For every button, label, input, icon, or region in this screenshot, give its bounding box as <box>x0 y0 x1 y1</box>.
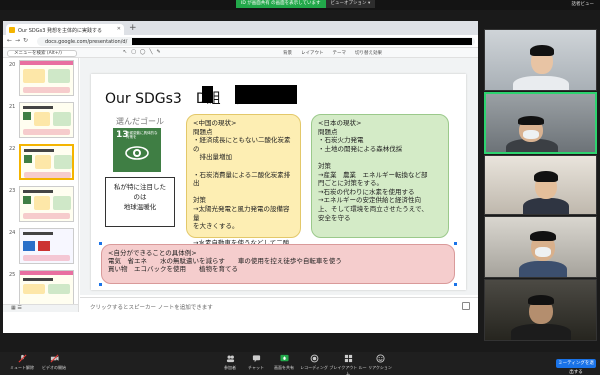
chat-icon <box>252 355 260 363</box>
reactions-label: リアクション <box>368 365 392 370</box>
start-video-label: ビデオの開始 <box>42 365 66 370</box>
slide-number: 23 <box>9 188 16 194</box>
speaker-notes-area[interactable]: クリックするとスピーカー ノートを追加できます <box>80 297 478 313</box>
focus-topic-box[interactable]: 私が特に注目した のは 地球温暖化 <box>105 177 175 227</box>
slide-thumbnail[interactable] <box>19 60 74 96</box>
browser-tab-strip: Our SDGs3 発想を主体的に実践する ✕ + <box>3 21 478 35</box>
toolbar-background[interactable]: 背景 <box>283 50 292 56</box>
thumbnail-row[interactable]: 23 <box>3 184 78 226</box>
thumbnail-row[interactable]: 21 <box>3 100 78 142</box>
share-status-bar: ID が画面共有 の画面を表示しています ビューオプション ▾ <box>236 0 376 8</box>
participants-label: 参加者 <box>224 365 236 370</box>
active-speaker-video[interactable] <box>484 92 597 154</box>
leave-meeting-button[interactable]: ミーティングを退出する <box>556 359 596 375</box>
address-bar-row: ←→↻ docs.google.com/presentation/d/ <box>3 35 478 48</box>
url-field[interactable]: docs.google.com/presentation/d/ <box>37 37 475 46</box>
title-redaction <box>202 86 213 103</box>
url-redaction <box>132 38 472 45</box>
slide-thumbnail-panel: 20 21 22 23 24 25 ▦ ☰ <box>3 58 79 312</box>
focus-topic-text: 私が特に注目した のは 地球温暖化 <box>114 183 166 211</box>
toolbar-transition[interactable]: 切り替え効果 <box>355 50 382 56</box>
record-label: レコーディング <box>300 365 328 370</box>
video-off-icon <box>50 354 59 363</box>
slide-number: 22 <box>9 146 16 152</box>
view-options-button[interactable]: ビューオプション ▾ <box>325 0 376 8</box>
slides-favicon-icon <box>9 27 15 33</box>
notes-placeholder: クリックするとスピーカー ノートを追加できます <box>90 305 213 311</box>
chat-label: チャット <box>248 365 264 370</box>
zoom-top-bar: ID が画面共有 の画面を表示しています ビューオプション ▾ 話者ビュー <box>0 0 600 10</box>
china-status-card[interactable]: <中国の現状> 問題点 ・経済成長にともない二酸化炭素の 排出量増加 ・石炭消費… <box>186 114 301 265</box>
zoom-control-bar: ミュート解除 ビデオの開始 参加者 チャット 画面を共有 レコーディング ブレイ… <box>0 352 600 375</box>
participants-icon <box>226 355 234 363</box>
explore-icon[interactable] <box>462 302 470 310</box>
new-tab-icon[interactable]: + <box>129 23 137 33</box>
share-screen-label: 画面を共有 <box>274 365 294 370</box>
selection-handle[interactable] <box>454 283 457 286</box>
participant-video[interactable] <box>484 29 597 91</box>
breakout-rooms-icon <box>344 354 352 363</box>
share-screen-icon <box>279 354 289 362</box>
selection-handle[interactable] <box>454 242 457 245</box>
selection-handle[interactable] <box>99 242 102 245</box>
url-text: docs.google.com/presentation/d/ <box>45 39 128 45</box>
my-actions-card[interactable]: <自分ができることの具体例> 電気 省エネ 水の無駄遣いを減らす 車の使用を控え… <box>101 244 455 284</box>
share-status-text: ID が画面共有 の画面を表示しています <box>236 0 326 8</box>
browser-tab[interactable]: Our SDGs3 発想を主体的に実践する ✕ <box>6 24 124 35</box>
tab-title: Our SDGs3 発想を主体的に実践する <box>18 28 103 34</box>
thumbnail-row-selected[interactable]: 22 <box>3 142 78 184</box>
title-redaction <box>235 85 297 104</box>
zoom-window: ID が画面共有 の画面を表示しています ビューオプション ▾ 話者ビュー Ou… <box>0 0 600 375</box>
slide-thumbnail[interactable] <box>19 102 74 138</box>
participant-video[interactable] <box>484 279 597 341</box>
slide-canvas[interactable]: Our SDGs3 D組 番 選んだゴール 13 気候変動に具体的な対策を 私が… <box>91 74 466 290</box>
unmute-label: ミュート解除 <box>10 365 34 370</box>
grid-view-toggle[interactable]: ▦ ☰ <box>3 304 78 312</box>
menu-search-input[interactable]: メニューを検索 (Alt+/) <box>7 50 77 57</box>
slide-number: 25 <box>9 272 16 278</box>
reactions-button[interactable]: リアクション <box>360 354 400 371</box>
sdg-caption: 気候変動に具体的な対策を <box>126 131 158 139</box>
sdg13-climate-action-icon[interactable]: 13 気候変動に具体的な対策を <box>113 128 161 172</box>
selection-handle[interactable] <box>99 283 102 286</box>
slide-number: 21 <box>9 104 16 110</box>
speaker-view-button[interactable]: 話者ビュー <box>572 1 595 8</box>
muted-mic-icon <box>18 354 26 363</box>
toolbar-theme[interactable]: テーマ <box>333 50 347 56</box>
japan-status-card[interactable]: <日本の現状> 問題点 ・石炭火力発電 ・土地の開発による森林伐採 対策 →産業… <box>311 114 449 238</box>
slide-number: 24 <box>9 230 16 236</box>
slide-number: 20 <box>9 62 16 68</box>
slide-thumbnail[interactable] <box>19 186 74 222</box>
slides-toolbar: メニューを検索 (Alt+/) ↖▢◯╲✎ 背景 レイアウト テーマ 切り替え効… <box>3 48 478 58</box>
thumbnail-row[interactable]: 24 <box>3 226 78 268</box>
smiley-icon <box>375 354 385 363</box>
slide-thumbnail-selected[interactable] <box>19 144 74 180</box>
thumbnail-row[interactable]: 20 <box>3 58 78 100</box>
eye-globe-icon <box>125 146 149 160</box>
close-tab-icon[interactable]: ✕ <box>117 26 121 32</box>
participant-video[interactable] <box>484 216 597 278</box>
drawing-tools-icon[interactable]: ↖▢◯╲✎ <box>123 49 165 55</box>
start-video-button[interactable]: ビデオの開始 <box>34 354 74 371</box>
slide-format-menu: 背景 レイアウト テーマ 切り替え効果 <box>283 50 382 56</box>
slide-title[interactable]: Our SDGs3 D組 番 <box>105 88 249 108</box>
slide-thumbnail[interactable] <box>19 228 74 264</box>
toolbar-layout[interactable]: レイアウト <box>301 50 324 56</box>
participant-video[interactable] <box>484 155 597 215</box>
nav-buttons-icon[interactable]: ←→↻ <box>7 37 31 44</box>
goal-label: 選んだゴール <box>116 117 164 126</box>
record-icon <box>310 354 318 363</box>
slide-thumbnail[interactable] <box>19 270 74 306</box>
